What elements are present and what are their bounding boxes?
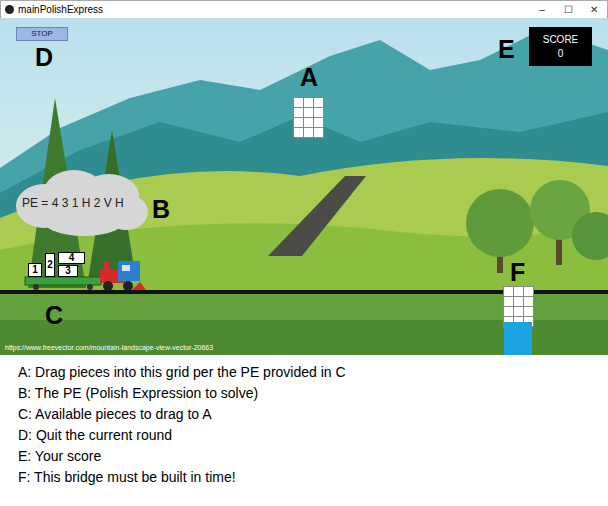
score-value: 0	[558, 48, 564, 59]
grid-cell[interactable]	[304, 98, 313, 107]
callout-letter: A	[300, 65, 318, 90]
grid-cell[interactable]	[304, 118, 313, 127]
grid-cell[interactable]	[314, 98, 323, 107]
bridge-cell[interactable]	[504, 307, 513, 316]
grid-cell[interactable]	[304, 128, 313, 137]
target-grid[interactable]	[293, 97, 324, 138]
callout-letter: E	[498, 37, 515, 62]
score-label: SCORE	[543, 34, 579, 45]
bridge-cell[interactable]	[504, 297, 513, 306]
legend-line: F: This bridge must be built in time!	[18, 467, 608, 488]
title-bar: mainPolishExpress–☐✕	[0, 0, 608, 18]
grid-cell[interactable]	[314, 118, 323, 127]
grid-cell[interactable]	[304, 108, 313, 117]
locomotive-icon	[25, 261, 146, 291]
window-title: mainPolishExpress	[18, 4, 529, 15]
bridge-grid	[503, 286, 534, 327]
water	[504, 322, 532, 355]
piece[interactable]: 3	[58, 265, 78, 277]
app-window: mainPolishExpress–☐✕ STOP SCORE 0 PE = 4 3 1…	[0, 0, 608, 506]
bridge-cell[interactable]	[514, 297, 523, 306]
bridge-cell[interactable]	[524, 287, 533, 296]
legend: A: Drag pieces into this grid per the PE…	[0, 355, 608, 506]
legend-line: C: Available pieces to drag to A	[18, 404, 608, 425]
legend-line: E: Your score	[18, 446, 608, 467]
callout-letter: D	[35, 45, 53, 70]
credit-link: https://www.freevector.com/mountain-land…	[5, 344, 213, 351]
callout-letter: B	[152, 197, 170, 222]
bridge-cell[interactable]	[524, 307, 533, 316]
window-control[interactable]: ✕	[581, 4, 607, 15]
callout-letter: C	[45, 303, 63, 328]
window-control[interactable]: –	[529, 4, 555, 15]
legend-line: A: Drag pieces into this grid per the PE…	[18, 362, 608, 383]
piece[interactable]: 4	[58, 252, 85, 264]
app-icon	[5, 5, 14, 14]
bridge-cell[interactable]	[524, 297, 533, 306]
grid-cell[interactable]	[314, 108, 323, 117]
pe-cloud: PE = 4 3 1 H 2 V H	[14, 166, 150, 238]
bridge-cell[interactable]	[504, 287, 513, 296]
legend-line: D: Quit the current round	[18, 425, 608, 446]
bridge-cell[interactable]	[514, 307, 523, 316]
piece[interactable]: 2	[45, 253, 55, 277]
bridge-cell[interactable]	[514, 287, 523, 296]
game-canvas: STOP SCORE 0 PE = 4 3 1 H 2 V H 1243 D A E B F Cht…	[0, 18, 608, 355]
grid-cell[interactable]	[314, 128, 323, 137]
grid-cell[interactable]	[294, 128, 303, 137]
piece[interactable]: 1	[28, 263, 42, 277]
pieces-tray: 1243	[28, 244, 85, 277]
callout-letter: F	[510, 260, 525, 285]
stop-button[interactable]: STOP	[16, 27, 68, 41]
window-control[interactable]: ☐	[555, 4, 581, 15]
grid-cell[interactable]	[294, 118, 303, 127]
score-box: SCORE 0	[529, 27, 592, 66]
piece-stack: 43	[58, 252, 85, 277]
pe-text: PE = 4 3 1 H 2 V H	[22, 196, 124, 210]
grid-cell[interactable]	[294, 98, 303, 107]
legend-line: B: The PE (Polish Expression to solve)	[18, 383, 608, 404]
grid-cell[interactable]	[294, 108, 303, 117]
